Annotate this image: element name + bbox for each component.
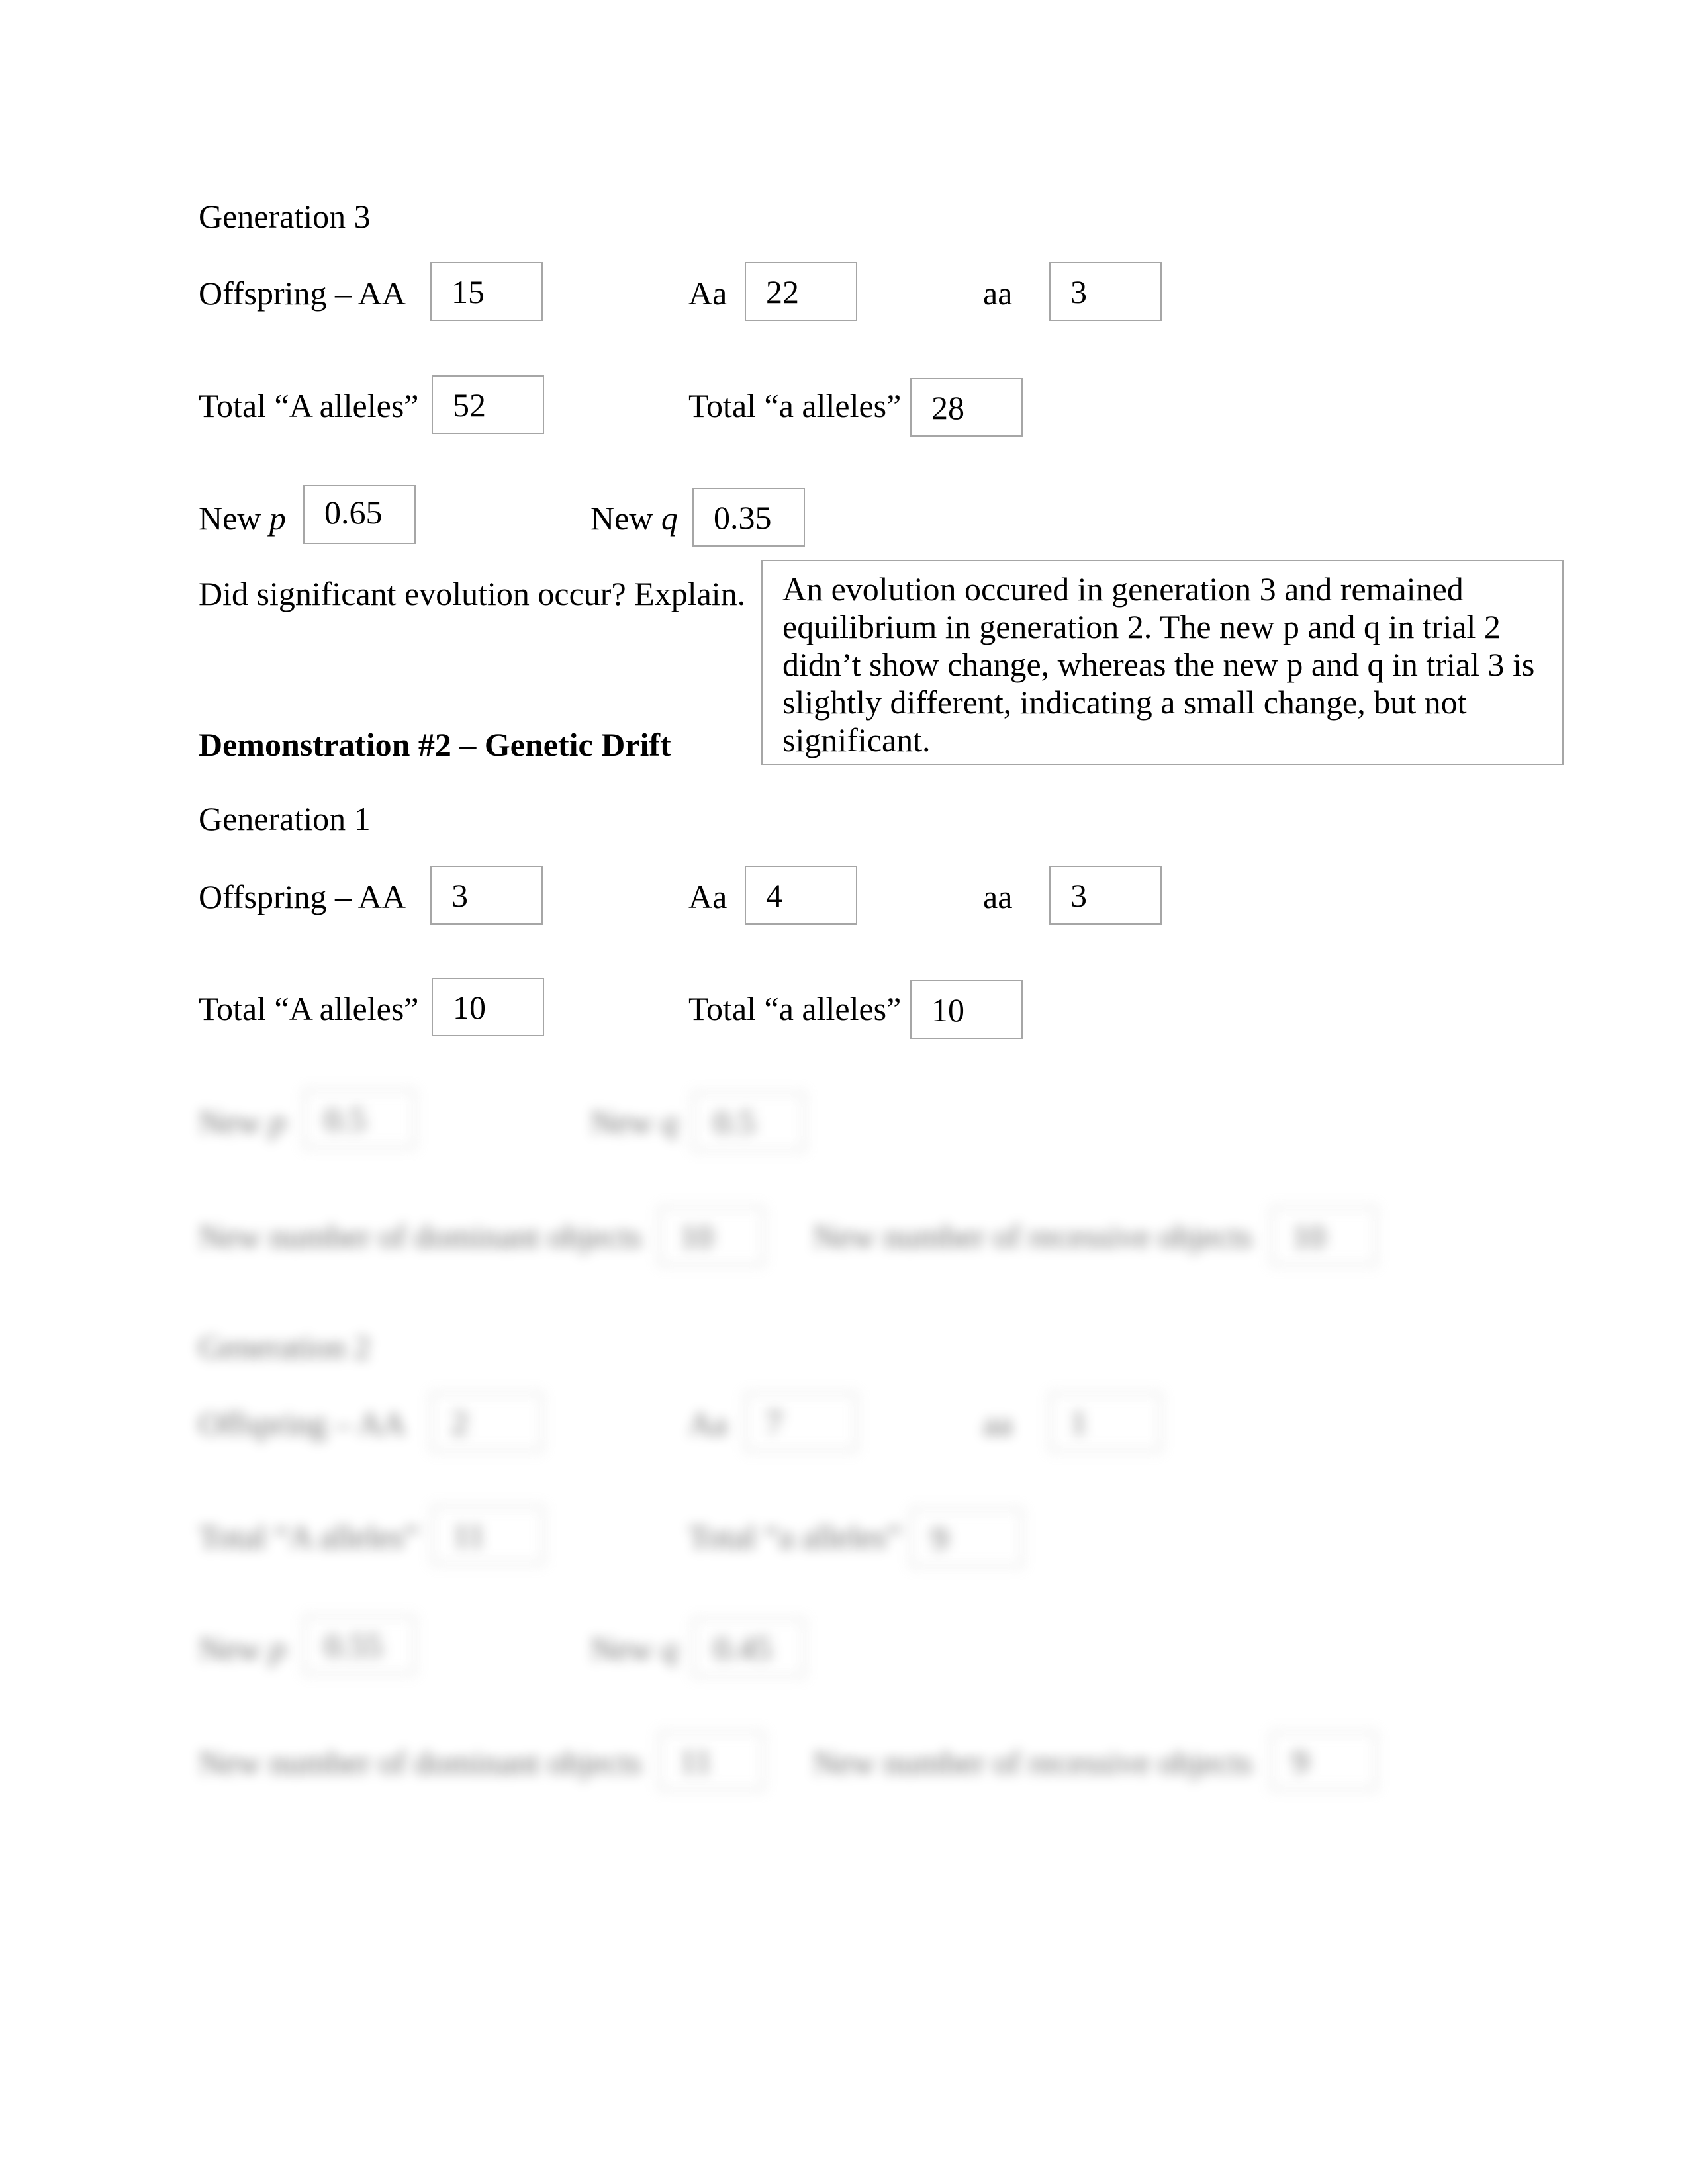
aa-value: 3 xyxy=(1070,273,1087,310)
g1-new-q-label-text: New xyxy=(590,1103,661,1140)
total-A-alleles-field[interactable]: 52 xyxy=(432,375,544,434)
g1-dominant-label: New number of dominant objects xyxy=(199,1218,642,1255)
g2-q-variable: q xyxy=(661,1630,678,1667)
g2-Aa-value: 7 xyxy=(766,1403,782,1441)
new-q-field[interactable]: 0.35 xyxy=(692,488,805,547)
g2-total-A-alleles-field: 11 xyxy=(432,1506,544,1565)
new-q-label: New q xyxy=(590,502,678,535)
g1-recessive-label: New number of recessive objects xyxy=(813,1218,1252,1255)
g2-aa-value: 1 xyxy=(1070,1403,1087,1441)
g1-dominant-field: 10 xyxy=(659,1206,765,1265)
obscured-content: New p 0.5 New q 0.5 New number of domina… xyxy=(0,0,1688,2184)
g1-new-q-field: 0.5 xyxy=(692,1092,805,1151)
Aa-label: Aa xyxy=(688,275,727,312)
aa-label: aa xyxy=(983,275,1013,312)
g2-total-A-alleles-label: Total “A alleles” xyxy=(199,1518,419,1555)
Aa-field[interactable]: 22 xyxy=(745,262,857,321)
g2-dominant-value: 11 xyxy=(680,1742,712,1780)
new-p-field[interactable]: 0.65 xyxy=(303,485,416,544)
g2-new-q-field: 0.45 xyxy=(692,1618,805,1677)
new-q-value: 0.35 xyxy=(714,498,772,536)
g2-total-a-alleles-field: 9 xyxy=(910,1508,1023,1567)
total-a-alleles-label: Total “a alleles” xyxy=(688,387,902,424)
total-a-alleles-value: 28 xyxy=(931,388,964,426)
g1-total-a-alleles-label: Total “a alleles” xyxy=(688,990,902,1027)
g1-Aa-field[interactable]: 4 xyxy=(745,866,857,925)
g2-total-A-alleles-value: 11 xyxy=(453,1516,485,1554)
new-p-label-text: New xyxy=(199,500,269,537)
g2-new-q-value: 0.45 xyxy=(714,1629,772,1666)
total-A-alleles-label: Total “A alleles” xyxy=(199,387,419,424)
g2-recessive-value: 9 xyxy=(1292,1742,1309,1780)
g2-new-p-label-text: New xyxy=(199,1630,269,1667)
g1-total-a-alleles-field[interactable]: 10 xyxy=(910,980,1023,1039)
g1-offspring-AA-field[interactable]: 3 xyxy=(430,866,543,925)
g1-new-p-label-text: New xyxy=(199,1103,269,1140)
g1-new-p-label: New p xyxy=(199,1105,286,1138)
g1-new-q-label: New q xyxy=(590,1105,678,1138)
g2-aa-field: 1 xyxy=(1049,1392,1162,1451)
g2-total-a-alleles-value: 9 xyxy=(931,1519,948,1557)
new-p-value: 0.65 xyxy=(324,493,383,531)
g2-offspring-AA-field: 2 xyxy=(430,1392,543,1451)
generation-2-heading: Generation 2 xyxy=(199,1328,371,1365)
g1-recessive-value: 10 xyxy=(1292,1217,1325,1255)
offspring-AA-field[interactable]: 15 xyxy=(430,262,543,321)
g2-total-a-alleles-label: Total “a alleles” xyxy=(688,1518,902,1555)
g2-new-p-field: 0.55 xyxy=(303,1615,416,1674)
generation-3-heading: Generation 3 xyxy=(199,198,371,235)
g2-offspring-AA-value: 2 xyxy=(451,1403,468,1441)
g1-aa-label: aa xyxy=(983,878,1013,915)
g2-new-p-value: 0.55 xyxy=(324,1626,383,1664)
g2-Aa-field: 7 xyxy=(745,1392,857,1451)
g1-total-a-alleles-value: 10 xyxy=(931,991,964,1028)
offspring-AA-value: 15 xyxy=(451,273,485,310)
g2-Aa-label: Aa xyxy=(688,1405,727,1442)
evolution-explanation-field[interactable]: An evolution occured in generation 3 and… xyxy=(761,560,1564,765)
g1-total-A-alleles-label: Total “A alleles” xyxy=(199,990,419,1027)
p-variable: p xyxy=(269,500,286,537)
g2-aa-label: aa xyxy=(983,1405,1013,1442)
g1-dominant-value: 10 xyxy=(680,1217,713,1255)
g2-recessive-field: 9 xyxy=(1271,1731,1377,1790)
g1-offspring-AA-label: Offspring – AA xyxy=(199,878,406,915)
g1-total-A-alleles-value: 10 xyxy=(453,988,486,1026)
total-a-alleles-field[interactable]: 28 xyxy=(910,378,1023,437)
g1-offspring-AA-value: 3 xyxy=(451,876,468,914)
g1-Aa-value: 4 xyxy=(766,876,782,914)
g2-offspring-AA-label: Offspring – AA xyxy=(199,1405,406,1442)
g1-q-variable: q xyxy=(661,1103,678,1140)
g2-dominant-field: 11 xyxy=(659,1731,765,1790)
demo2-heading: Demonstration #2 – Genetic Drift xyxy=(199,726,671,763)
g2-p-variable: p xyxy=(269,1630,286,1667)
offspring-AA-label: Offspring – AA xyxy=(199,275,406,312)
g2-new-p-label: New p xyxy=(199,1632,286,1665)
new-p-label: New p xyxy=(199,502,286,535)
g1-p-variable: p xyxy=(269,1103,286,1140)
g1-Aa-label: Aa xyxy=(688,878,727,915)
evolution-question: Did significant evolution occur? Explain… xyxy=(199,575,746,612)
new-q-label-text: New xyxy=(590,500,661,537)
q-variable: q xyxy=(661,500,678,537)
g1-new-q-value: 0.5 xyxy=(714,1103,755,1140)
g1-total-A-alleles-field[interactable]: 10 xyxy=(432,978,544,1036)
aa-field[interactable]: 3 xyxy=(1049,262,1162,321)
g1-aa-value: 3 xyxy=(1070,876,1087,914)
total-A-alleles-value: 52 xyxy=(453,386,486,424)
g1-new-p-field: 0.5 xyxy=(303,1089,416,1148)
g1-aa-field[interactable]: 3 xyxy=(1049,866,1162,925)
g1-new-p-value: 0.5 xyxy=(324,1100,366,1138)
g1-recessive-field: 10 xyxy=(1271,1206,1377,1265)
g2-dominant-label: New number of dominant objects xyxy=(199,1744,642,1781)
g2-new-q-label-text: New xyxy=(590,1630,661,1667)
g2-recessive-label: New number of recessive objects xyxy=(813,1744,1252,1781)
g2-new-q-label: New q xyxy=(590,1632,678,1665)
generation-1-heading: Generation 1 xyxy=(199,800,371,837)
Aa-value: 22 xyxy=(766,273,799,310)
